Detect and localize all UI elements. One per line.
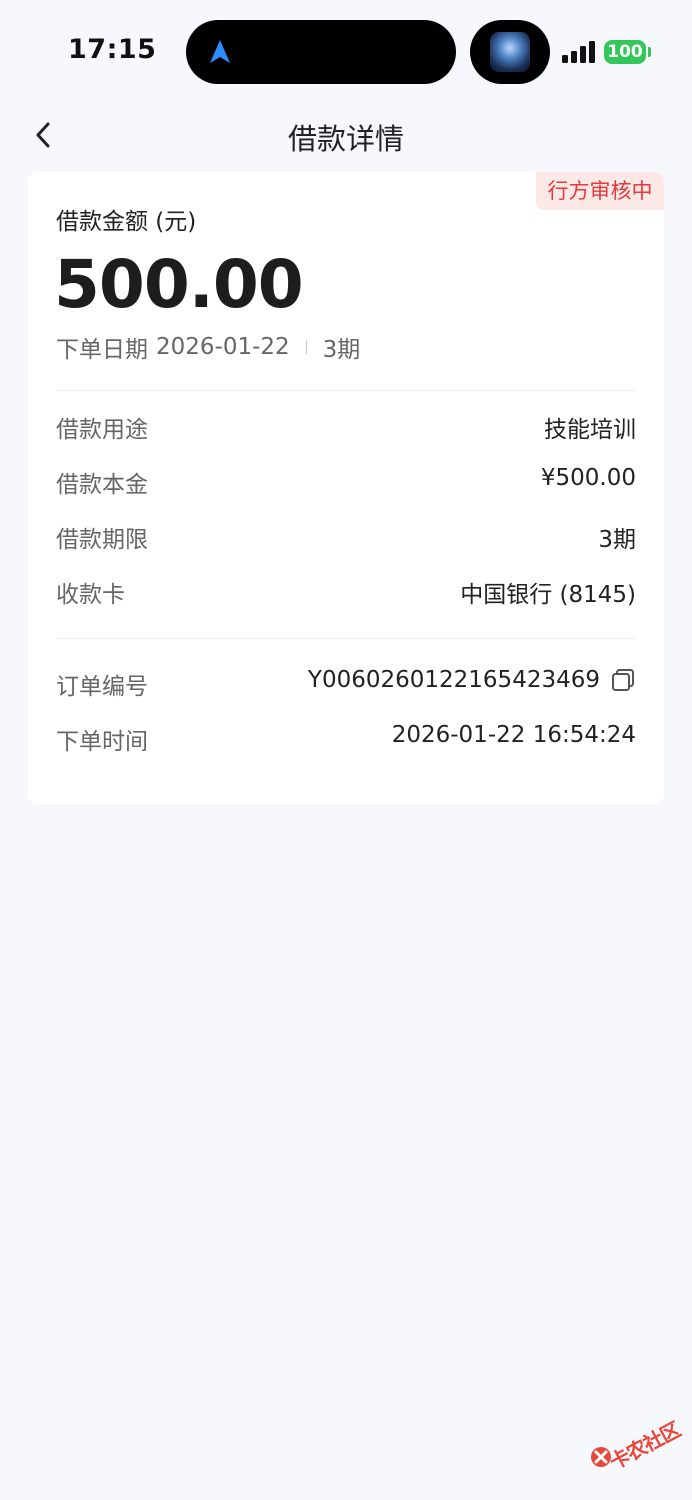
dynamic-island[interactable]	[186, 20, 456, 84]
order-date: 2026-01-22	[156, 334, 290, 360]
section-divider	[56, 638, 636, 639]
row-label: 订单编号	[56, 674, 148, 700]
section-divider	[56, 390, 636, 391]
app-thumbnail-icon	[490, 32, 530, 72]
row-value: 2026-01-22 16:54:24	[391, 722, 636, 748]
row-value: ¥500.00	[540, 465, 636, 491]
navigation-arrow-icon	[210, 40, 230, 63]
row-value: 中国银行 (8145)	[460, 582, 636, 608]
page-header: 借款详情	[0, 104, 692, 166]
status-time: 17:15	[68, 34, 157, 65]
detail-row-order-time: 下单时间 2026-01-22 16:54:24	[56, 722, 636, 758]
detail-row-principal: 借款本金 ¥500.00	[56, 465, 636, 501]
term-short: 3期	[322, 337, 361, 363]
order-number: Y006026012216542346​9	[307, 667, 600, 693]
watermark-logo: 卡农社区	[588, 1410, 688, 1480]
row-label: 借款用途	[56, 417, 148, 443]
page-title: 借款详情	[287, 122, 404, 156]
battery-tip	[648, 47, 651, 57]
row-label: 下单时间	[56, 729, 148, 755]
copy-icon[interactable]	[610, 667, 636, 693]
order-date-label: 下单日期	[56, 337, 148, 363]
order-number-wrap: Y006026012216542346​9	[308, 667, 636, 693]
cellular-signal-icon	[562, 41, 595, 63]
detail-row-purpose: 借款用途 技能培训	[56, 410, 636, 446]
row-label: 借款本金	[56, 472, 148, 498]
detail-row-receiving-card: 收款卡 中国银行 (8145)	[56, 575, 636, 611]
row-value: 技能培训	[544, 417, 636, 443]
row-label: 借款期限	[56, 527, 148, 553]
order-meta: 下单日期 2026-01-22 3期	[56, 330, 360, 364]
row-value: 3期	[598, 527, 636, 553]
loan-detail-card: 行方审核中 借款金额 (元) 500.00 下单日期 2026-01-22 3期…	[28, 172, 664, 804]
status-bar: 17:15 100	[0, 0, 692, 100]
watermark-text: 卡农社区	[605, 1417, 684, 1475]
row-label: 收款卡	[56, 582, 125, 608]
live-activity-pill[interactable]	[470, 20, 550, 84]
detail-row-order-number: 订单编号 Y006026012216542346​9	[56, 667, 636, 703]
amount-value: 500.00	[54, 246, 304, 323]
status-badge: 行方审核中	[536, 172, 664, 210]
battery-indicator: 100	[604, 40, 646, 64]
amount-label: 借款金额 (元)	[56, 209, 197, 235]
meta-divider	[305, 340, 307, 354]
detail-row-term: 借款期限 3期	[56, 520, 636, 556]
